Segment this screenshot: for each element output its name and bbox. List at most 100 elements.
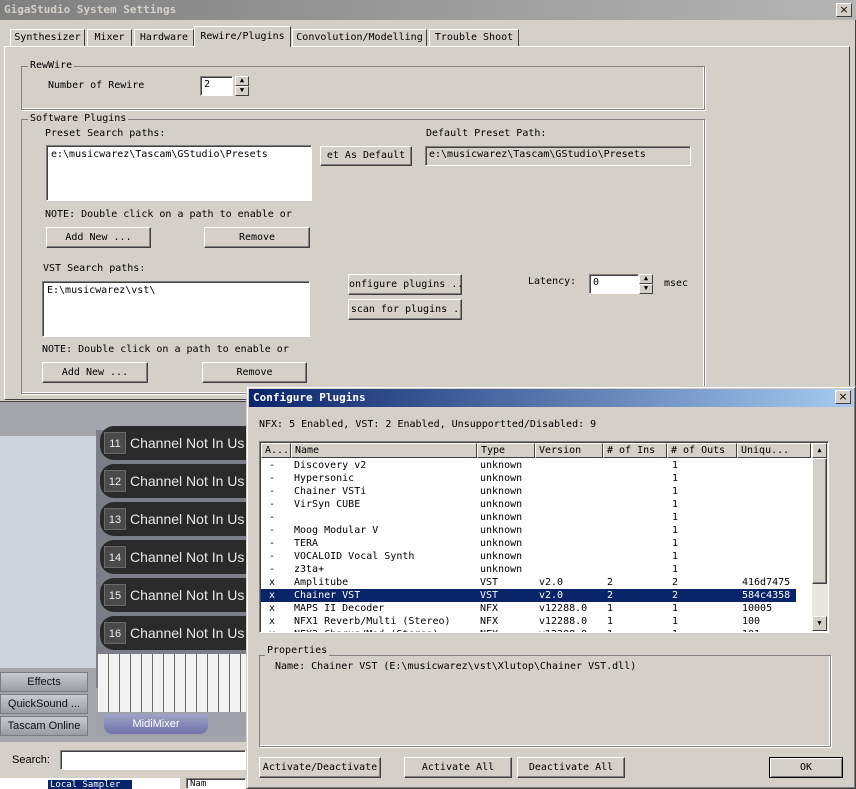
- plugin-row[interactable]: x NFX1 Reverb/Multi (Stereo) NFX v12288.0 1 1…: [261, 615, 796, 628]
- search-input[interactable]: [60, 750, 246, 770]
- vst-paths-label: VST Search paths:: [43, 263, 146, 274]
- channel-row[interactable]: 15 Channel Not In Us: [100, 578, 246, 612]
- set-as-default-button[interactable]: et As Default: [320, 146, 412, 166]
- channel-row[interactable]: 14 Channel Not In Us: [100, 540, 246, 574]
- column-header-ins[interactable]: # of Ins: [603, 443, 667, 458]
- column-header-type[interactable]: Type: [477, 443, 535, 458]
- plugin-cell-type: unknown: [480, 551, 523, 562]
- column-header-unique-id[interactable]: Uniqu...: [737, 443, 811, 458]
- effects-tab[interactable]: Effects: [0, 672, 88, 692]
- plugin-row[interactable]: - Hypersonic unknown 1: [261, 472, 796, 485]
- plugin-cell-a: x: [269, 577, 276, 588]
- plugin-row[interactable]: - VOCALOID Vocal Synth unknown 1: [261, 550, 796, 563]
- plugin-row[interactable]: x Amplitube VST v2.0 2 2 416d7475: [261, 576, 796, 589]
- gigastudio-background: 11 Channel Not In Us 12 Channel Not In U…: [0, 402, 246, 789]
- plugin-cell-name: NFX1 Reverb/Multi (Stereo): [294, 616, 451, 627]
- window-title[interactable]: GigaStudio System Settings: [0, 0, 856, 20]
- window-close-button[interactable]: ×: [836, 3, 852, 17]
- preset-add-new-button[interactable]: Add New ...: [46, 227, 151, 248]
- tab-mixer[interactable]: Mixer: [87, 29, 132, 46]
- tab-hardware[interactable]: Hardware: [134, 29, 194, 46]
- channel-row[interactable]: 11 Channel Not In Us: [100, 426, 246, 460]
- plugin-cell-version: v2.0: [539, 590, 564, 601]
- rewire-spin-up-button[interactable]: ▲: [235, 76, 249, 86]
- column-header-active[interactable]: A...: [261, 443, 291, 458]
- close-icon: ×: [838, 390, 848, 403]
- dialog-close-button[interactable]: ×: [835, 390, 851, 404]
- ok-button[interactable]: OK: [769, 757, 843, 778]
- vst-note: NOTE: Double click on a path to enable o…: [42, 344, 289, 355]
- plugin-row[interactable]: - Moog Modular V unknown 1: [261, 524, 796, 537]
- latency-spin-down-button[interactable]: ▼: [639, 284, 653, 294]
- plugin-cell-type: VST: [480, 577, 499, 588]
- scroll-up-button[interactable]: ▲: [812, 443, 827, 458]
- preset-path-item[interactable]: e:\musicwarez\Tascam\GStudio\Presets: [51, 149, 307, 160]
- quicksound-tab[interactable]: QuickSound ...: [0, 694, 88, 714]
- plugins-list-rows: - Discovery v2 unknown 1 - Hypersonic unknown 1…: [261, 459, 811, 632]
- tab-convolution-modelling[interactable]: Convolution/Modelling: [292, 29, 427, 46]
- plugin-row[interactable]: - TERA unknown 1: [261, 537, 796, 550]
- activate-deactivate-button[interactable]: Activate/Deactivate: [259, 757, 381, 778]
- plugin-cell-a: x: [269, 603, 276, 614]
- plugin-cell-name: Discovery v2: [294, 460, 367, 471]
- plugin-row[interactable]: x Chainer VST VST v2.0 2 2 584c4358: [261, 589, 796, 602]
- channel-row[interactable]: 13 Channel Not In Us: [100, 502, 246, 536]
- plugin-cell-a: x: [269, 628, 289, 632]
- plugin-cell-type: NFX: [480, 628, 536, 632]
- piano-keyboard[interactable]: [98, 654, 246, 712]
- plugin-row[interactable]: x MAPS II Decoder NFX v12288.0 1 1 10005: [261, 602, 796, 615]
- tree-item[interactable]: Local Sampler: [48, 780, 132, 789]
- plugin-cell-outs: 1: [672, 564, 679, 575]
- plugins-listview[interactable]: A... Name Type Version # of Ins # of Out…: [259, 441, 829, 633]
- tab-trouble-shoot[interactable]: Trouble Shoot: [429, 29, 519, 46]
- tascam-online-tab[interactable]: Tascam Online: [0, 716, 88, 736]
- vst-paths-list[interactable]: E:\musicwarez\vst\: [42, 281, 310, 337]
- column-header-name[interactable]: Name: [291, 443, 477, 458]
- plugin-cell-a: -: [269, 512, 276, 523]
- column-header-version[interactable]: Version: [535, 443, 603, 458]
- latency-spin-up-button[interactable]: ▲: [639, 274, 653, 284]
- column-header-outs[interactable]: # of Outs: [667, 443, 737, 458]
- tab-synthesizer[interactable]: Synthesizer: [10, 29, 85, 46]
- plugin-cell-name: Chainer VST: [294, 590, 361, 601]
- preset-remove-button[interactable]: Remove: [204, 227, 310, 248]
- configure-plugins-button[interactable]: onfigure plugins ..: [348, 274, 462, 295]
- plugin-cell-name: TERA: [294, 538, 319, 549]
- dialog-title[interactable]: Configure Plugins: [249, 389, 853, 407]
- deactivate-all-button[interactable]: Deactivate All: [517, 757, 625, 778]
- rewire-count-input[interactable]: 2: [200, 76, 233, 96]
- vst-add-new-button[interactable]: Add New ...: [42, 362, 148, 383]
- arrow-up-icon: ▲: [239, 76, 245, 84]
- plugin-row[interactable]: - z3ta+ unknown 1: [261, 563, 796, 576]
- vst-path-item[interactable]: E:\musicwarez\vst\: [47, 285, 305, 296]
- plugin-row[interactable]: - unknown 1: [261, 511, 796, 524]
- vst-remove-button[interactable]: Remove: [202, 362, 307, 383]
- latency-input[interactable]: 0: [589, 274, 639, 294]
- rewire-spin-down-button[interactable]: ▼: [235, 86, 249, 96]
- tab-rewire-plugins[interactable]: Rewire/Plugins: [194, 26, 291, 47]
- preset-paths-list[interactable]: e:\musicwarez\Tascam\GStudio\Presets: [46, 145, 312, 201]
- midimixer-tab[interactable]: MidiMixer: [104, 714, 208, 734]
- channel-number: 15: [104, 584, 126, 606]
- plugin-cell-uid: 416d7475: [742, 577, 791, 588]
- plugin-cell-outs: 1: [672, 603, 679, 614]
- plugin-cell-a: -: [269, 473, 276, 484]
- plugin-cell-type: NFX: [480, 603, 499, 614]
- channel-row[interactable]: 12 Channel Not In Us: [100, 464, 246, 498]
- plugin-row[interactable]: - Chainer VSTi unknown 1: [261, 485, 796, 498]
- plugin-row[interactable]: xNFX2 Chorus/Mod (Stereo)NFXv12288.01110…: [261, 628, 796, 632]
- plugin-row[interactable]: - Discovery v2 unknown 1: [261, 459, 796, 472]
- system-settings-window: GigaStudio System Settings × Synthesizer…: [0, 0, 856, 402]
- rescan-plugins-button[interactable]: scan for plugins .: [348, 299, 462, 320]
- plugin-cell-type: unknown: [480, 473, 523, 484]
- channel-row[interactable]: 16 Channel Not In Us: [100, 616, 246, 650]
- scroll-thumb[interactable]: [812, 458, 827, 584]
- plugin-cell-type: unknown: [480, 499, 523, 510]
- plugin-row[interactable]: - VirSyn CUBE unknown 1: [261, 498, 796, 511]
- scroll-down-button[interactable]: ▼: [812, 616, 827, 631]
- activate-all-button[interactable]: Activate All: [404, 757, 512, 778]
- plugin-cell-ins: 2: [607, 590, 614, 601]
- plugin-cell-type: unknown: [480, 486, 523, 497]
- search-label: Search:: [12, 754, 50, 766]
- arrow-up-icon: ▲: [643, 274, 649, 282]
